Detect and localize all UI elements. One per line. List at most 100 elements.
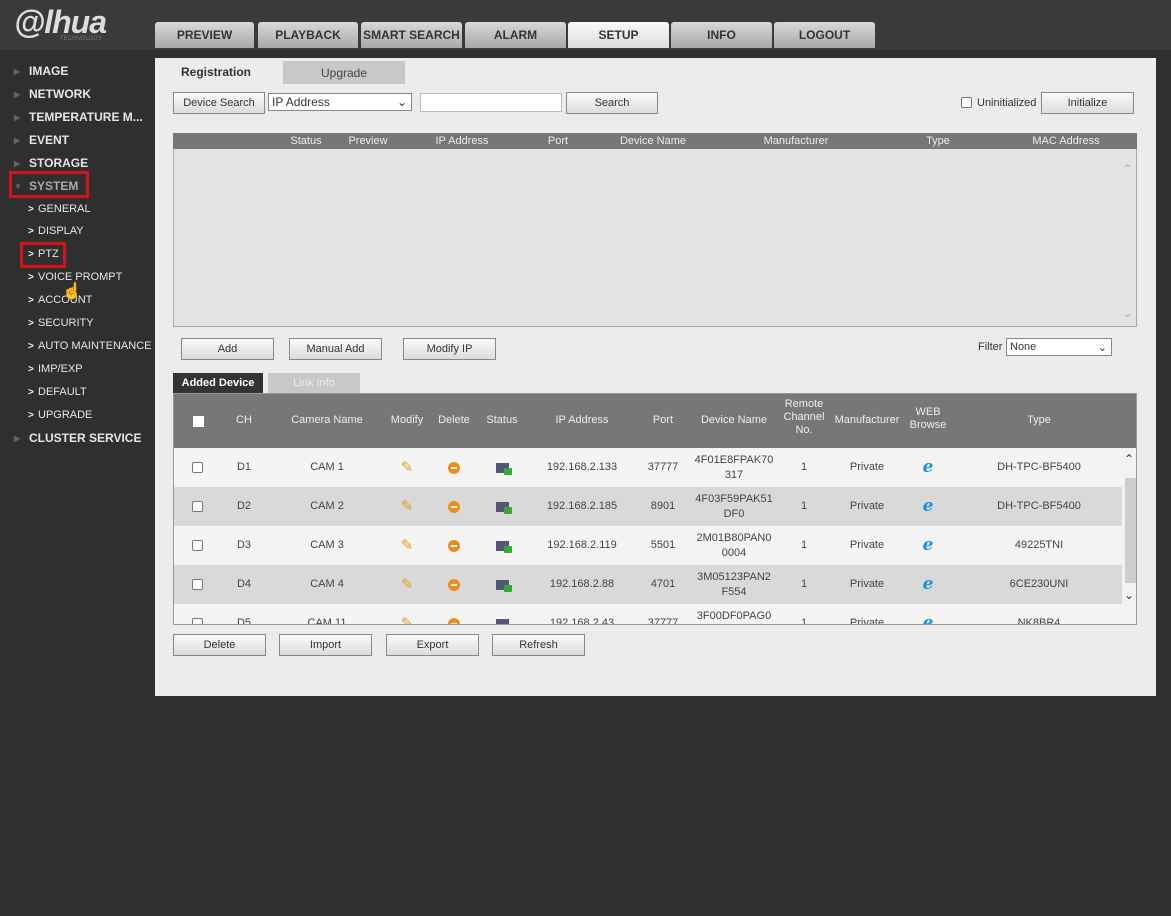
row-checkbox[interactable] (191, 501, 203, 512)
row-checkbox-cell (187, 526, 207, 565)
delete-icon[interactable] (439, 448, 469, 487)
sidebar-item-label: UPGRADE (38, 409, 93, 421)
table-row[interactable]: D5 CAM 11 ✎ 192.168.2.43 37777 3F00DF0PAG00 1 P… (174, 604, 1122, 625)
port: 37777 (647, 617, 679, 625)
row-checkbox[interactable] (191, 618, 203, 624)
tab-upgrade[interactable]: Upgrade (283, 61, 405, 84)
sidebar-item-upgrade[interactable]: > UPGRADE (0, 405, 92, 425)
sidebar-item-imp-exp[interactable]: > IMP/EXP (0, 359, 83, 379)
tab-registration[interactable]: Registration (155, 60, 277, 83)
row-checkbox[interactable] (191, 579, 203, 590)
camera-name: CAM 2 (310, 500, 344, 512)
modify-ip-button[interactable]: Modify IP (403, 338, 496, 360)
uninitialized-label: Uninitialized (977, 97, 1037, 109)
search-type-select[interactable]: IP Address ⌄ (268, 93, 412, 111)
table-row[interactable]: D2 CAM 2 ✎ 192.168.2.185 8901 4F03F59PAK51DF0… (174, 487, 1122, 526)
nav-tab-setup[interactable]: SETUP (568, 22, 669, 48)
table-row[interactable]: D1 CAM 1 ✎ 192.168.2.133 37777 4F01E8FPAK7031… (174, 448, 1122, 487)
device-search-button[interactable]: Device Search (173, 92, 265, 114)
status-online-icon (487, 448, 517, 487)
initialize-button[interactable]: Initialize (1041, 92, 1134, 114)
delete-button[interactable]: Delete (173, 634, 266, 656)
delete-icon[interactable] (439, 604, 469, 624)
delete-icon[interactable] (439, 487, 469, 526)
added-device-table: CH Camera Name Modify Delete Status IP Addres… (173, 393, 1137, 625)
import-button[interactable]: Import (279, 634, 372, 656)
web-browse-ie-icon[interactable]: e (913, 448, 943, 487)
tab-added-device[interactable]: Added Device (173, 373, 263, 393)
scroll-down-icon[interactable]: ⌄ (1124, 588, 1134, 602)
ip-address: 192.168.2.185 (546, 500, 618, 512)
column-header-ch: CH (236, 414, 252, 426)
nav-tab-preview[interactable]: PREVIEW (155, 22, 254, 48)
column-header-web-browse: WEB Browse (909, 406, 947, 431)
column-header-port: Port (547, 135, 569, 147)
triangle-right-icon: ▶ (14, 433, 21, 443)
camera-name: CAM 11 (307, 617, 347, 625)
chevron-right-icon: > (28, 271, 34, 283)
sidebar-item-image[interactable]: ▶ IMAGE (0, 61, 68, 81)
add-button[interactable]: Add (181, 338, 274, 360)
sidebar-item-auto-maintenance[interactable]: > AUTO MAINTENANCE (0, 336, 151, 356)
manufacturer: Private (849, 500, 885, 512)
sidebar-item-default[interactable]: > DEFAULT (0, 382, 87, 402)
nav-tab-smart-search[interactable]: SMART SEARCH (361, 22, 462, 48)
sidebar-item-event[interactable]: ▶ EVENT (0, 130, 69, 150)
modify-pencil-icon[interactable]: ✎ (392, 487, 422, 526)
row-checkbox[interactable] (191, 540, 203, 551)
modify-pencil-icon[interactable]: ✎ (392, 448, 422, 487)
filter-value: None (1010, 341, 1037, 353)
filter-select[interactable]: None ⌄ (1006, 338, 1112, 356)
scrollbar-thumb[interactable] (1125, 478, 1136, 583)
triangle-right-icon: ▶ (14, 158, 21, 168)
column-header-mac-address: MAC Address (1032, 135, 1100, 147)
sidebar-item-network[interactable]: ▶ NETWORK (0, 84, 91, 104)
port: 37777 (647, 461, 679, 473)
web-browse-ie-icon[interactable]: e (913, 604, 943, 625)
nav-tab-alarm[interactable]: ALARM (465, 22, 566, 48)
sidebar-item-general[interactable]: > GENERAL (0, 199, 91, 219)
manual-add-button[interactable]: Manual Add (289, 338, 382, 360)
remote-channel: 1 (800, 500, 808, 512)
export-button[interactable]: Export (386, 634, 479, 656)
manufacturer: Private (849, 539, 885, 551)
web-browse-ie-icon[interactable]: e (913, 526, 943, 565)
nav-tab-logout[interactable]: LOGOUT (774, 22, 875, 48)
table-row[interactable]: D4 CAM 4 ✎ 192.168.2.88 4701 3M05123PAN2F554 1… (174, 565, 1122, 604)
chevron-right-icon: > (28, 294, 34, 306)
added-table-scrollbar[interactable]: ⌃ ⌄ (1122, 448, 1136, 624)
table-row[interactable]: D3 CAM 3 ✎ 192.168.2.119 5501 2M01B80PAN00004… (174, 526, 1122, 565)
tab-link-info[interactable]: Link Info (268, 373, 360, 393)
scroll-up-icon[interactable]: ⌃ (1124, 452, 1134, 466)
row-checkbox[interactable] (191, 462, 203, 473)
modify-pencil-icon[interactable]: ✎ (392, 526, 422, 565)
web-browse-ie-icon[interactable]: e (913, 487, 943, 526)
camera-name: CAM 1 (310, 461, 344, 473)
sidebar-item-cluster-service[interactable]: ▶ CLUSTER SERVICE (0, 428, 141, 448)
sidebar-item-temperature-m-[interactable]: ▶ TEMPERATURE M... (0, 107, 143, 127)
web-browse-ie-icon[interactable]: e (913, 565, 943, 604)
sidebar-item-storage[interactable]: ▶ STORAGE (0, 153, 88, 173)
column-header-status: Status (486, 414, 518, 426)
hand-cursor-icon: ☝ (62, 283, 82, 300)
sidebar-item-security[interactable]: > SECURITY (0, 313, 94, 333)
search-input[interactable] (420, 93, 562, 112)
triangle-right-icon: ▶ (14, 89, 21, 99)
device-type: 6CE230UNI (1009, 578, 1069, 590)
modify-pencil-icon[interactable]: ✎ (392, 565, 422, 604)
device-name: 3F00DF0PAG00 (696, 609, 772, 622)
nav-tab-info[interactable]: INFO (671, 22, 772, 48)
sidebar-item-display[interactable]: > DISPLAY (0, 221, 84, 241)
search-table-scrollbar[interactable]: ⌃ ⌄ (1119, 150, 1136, 326)
delete-icon[interactable] (439, 526, 469, 565)
delete-icon[interactable] (439, 565, 469, 604)
uninitialized-checkbox[interactable] (961, 97, 972, 108)
search-button[interactable]: Search (566, 92, 658, 114)
refresh-button[interactable]: Refresh (492, 634, 585, 656)
modify-pencil-icon[interactable]: ✎ (392, 604, 422, 624)
device-type: DH-TPC-BF5400 (997, 461, 1081, 473)
port: 8901 (650, 500, 676, 512)
sidebar-item-label: NETWORK (29, 87, 91, 101)
column-header-preview: Preview (348, 135, 388, 147)
nav-tab-playback[interactable]: PLAYBACK (258, 22, 358, 48)
